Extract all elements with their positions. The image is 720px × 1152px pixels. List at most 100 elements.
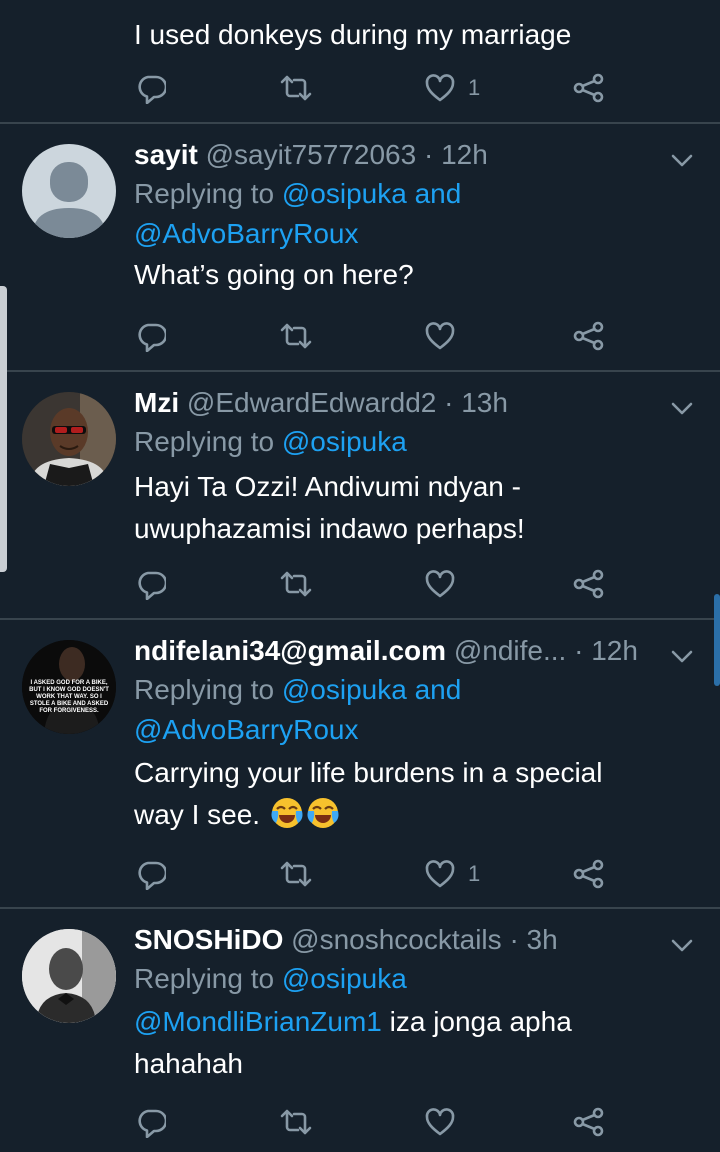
retweet-button[interactable] <box>278 1102 312 1142</box>
retweet-icon <box>280 1109 312 1135</box>
tweet-actions: 1 <box>134 854 614 894</box>
tweet-text-line: hahahah <box>134 1048 244 1079</box>
heart-icon <box>425 860 455 888</box>
tweet-body: Mzi @EdwardEdwardd2 · 13h Replying to @o… <box>134 384 694 550</box>
reply-icon <box>138 323 166 352</box>
tweet[interactable]: SNOSHiDO @snoshcocktails · 3h Replying t… <box>0 909 720 1152</box>
share-button[interactable] <box>572 316 604 356</box>
user-handle[interactable]: @EdwardEdwardd2 <box>187 387 436 418</box>
tweet-actions: 1 <box>134 68 614 108</box>
user-handle[interactable]: @ndife... <box>454 635 566 666</box>
tweet-text: I used donkeys during my marriage <box>134 19 572 50</box>
share-icon <box>573 1107 604 1137</box>
reply-button[interactable] <box>134 68 166 108</box>
avatar[interactable] <box>22 144 116 238</box>
retweet-button[interactable] <box>278 564 312 604</box>
reply-button[interactable] <box>134 854 166 894</box>
user-handle[interactable]: @sayit75772063 <box>206 139 417 170</box>
retweet-button[interactable] <box>278 854 312 894</box>
chevron-down-icon[interactable] <box>670 396 694 420</box>
avatar[interactable]: I ASKED GOD FOR A BIKE, BUT I KNOW GOD D… <box>22 640 116 734</box>
mention-link[interactable]: @AdvoBarryRoux <box>134 714 359 745</box>
avatar[interactable] <box>22 392 116 486</box>
mention-link[interactable]: @osipuka and <box>282 674 461 705</box>
heart-icon <box>425 570 455 598</box>
reply-button[interactable] <box>134 1102 166 1142</box>
display-name[interactable]: ndifelani34@gmail.com <box>134 635 446 666</box>
share-icon <box>573 321 604 351</box>
replying-to: Replying to @osipuka and <box>134 670 694 710</box>
tweet[interactable]: sayit @sayit75772063 · 12h Replying to @… <box>0 124 720 370</box>
tweet-feed: I used donkeys during my marriage 1 sayi… <box>0 0 720 1152</box>
retweet-icon <box>280 75 312 101</box>
like-button[interactable] <box>424 1102 456 1142</box>
like-count: 1 <box>468 75 481 100</box>
like-button[interactable] <box>424 564 456 604</box>
reply-button[interactable] <box>134 564 166 604</box>
crying-laughing-emoji-icon <box>306 796 340 830</box>
mention-link[interactable]: @MondliBrianZum1 <box>134 1006 382 1037</box>
like-button[interactable] <box>424 316 456 356</box>
avatar-caption: I ASKED GOD FOR A BIKE, BUT I KNOW GOD D… <box>29 680 109 714</box>
replying-to: Replying to @osipuka and <box>134 174 694 214</box>
replying-to-line2: @AdvoBarryRoux <box>134 710 694 750</box>
tweet-text-line: Hayi Ta Ozzi! Andivumi ndyan - <box>134 471 521 502</box>
reply-icon <box>138 1109 166 1138</box>
tweet-text: What’s going on here? <box>134 259 414 290</box>
like-count: 1 <box>468 861 481 886</box>
reply-icon <box>138 571 166 600</box>
display-name[interactable]: Mzi <box>134 387 179 418</box>
display-name[interactable]: sayit <box>134 139 198 170</box>
default-avatar-icon <box>32 162 106 238</box>
reply-button[interactable] <box>134 316 166 356</box>
timestamp[interactable]: 12h <box>441 139 488 170</box>
avatar[interactable] <box>22 929 116 1023</box>
retweet-icon <box>280 323 312 349</box>
tweet-text-line2: way I see. <box>134 794 694 836</box>
mention-link[interactable]: @AdvoBarryRoux <box>134 218 359 249</box>
separator: · <box>509 924 519 955</box>
scrollbar-thumb[interactable] <box>714 594 720 686</box>
user-handle[interactable]: @snoshcocktails <box>291 924 502 955</box>
retweet-button[interactable] <box>278 68 312 108</box>
tweet[interactable]: I ASKED GOD FOR A BIKE, BUT I KNOW GOD D… <box>0 620 720 907</box>
partial-tweet[interactable]: I used donkeys during my marriage 1 <box>0 0 720 122</box>
like-button[interactable]: 1 <box>424 68 480 108</box>
replying-to: Replying to @osipuka <box>134 422 694 462</box>
timestamp[interactable]: 3h <box>527 924 558 955</box>
reply-icon <box>138 75 166 104</box>
share-button[interactable] <box>572 564 604 604</box>
tweet-body: ndifelani34@gmail.com @ndife... · 12h Re… <box>134 632 694 836</box>
edge-panel-handle[interactable] <box>0 286 7 572</box>
replying-to-label: Replying to <box>134 178 275 209</box>
mention-link[interactable]: @osipuka <box>282 426 407 457</box>
share-icon <box>573 73 604 103</box>
retweet-icon <box>280 861 312 887</box>
heart-icon <box>425 322 455 350</box>
share-button[interactable] <box>572 1102 604 1142</box>
mention-link[interactable]: @osipuka <box>282 963 407 994</box>
tweet-actions <box>134 1102 614 1142</box>
chevron-down-icon[interactable] <box>670 644 694 668</box>
timestamp[interactable]: 12h <box>591 635 638 666</box>
share-button[interactable] <box>572 854 604 894</box>
heart-icon <box>425 1108 455 1136</box>
reply-icon <box>138 861 166 890</box>
chevron-down-icon[interactable] <box>670 933 694 957</box>
retweet-icon <box>280 571 312 597</box>
like-button[interactable]: 1 <box>424 854 480 894</box>
tweet[interactable]: Mzi @EdwardEdwardd2 · 13h Replying to @o… <box>0 372 720 618</box>
separator: · <box>423 139 434 170</box>
timestamp[interactable]: 13h <box>461 387 508 418</box>
retweet-button[interactable] <box>278 316 312 356</box>
separator: · <box>574 635 584 666</box>
tweet-actions <box>134 316 614 356</box>
tweet-text-part: iza jonga apha <box>381 1006 572 1037</box>
tweet-actions <box>134 564 614 604</box>
display-name[interactable]: SNOSHiDO <box>134 924 283 955</box>
tweet-text-line: Carrying your life burdens in a special <box>134 757 603 788</box>
tweet-body: SNOSHiDO @snoshcocktails · 3h Replying t… <box>134 921 694 1085</box>
mention-link[interactable]: @osipuka and <box>282 178 461 209</box>
share-button[interactable] <box>572 68 604 108</box>
chevron-down-icon[interactable] <box>670 148 694 172</box>
